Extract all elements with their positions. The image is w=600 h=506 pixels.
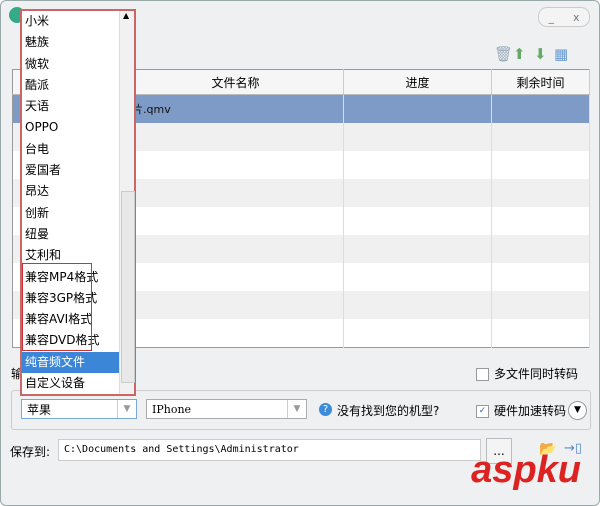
col-header-remaining[interactable]: 剩余时间 xyxy=(491,69,590,95)
app-window: _ x 🗑 ⬆ ⬇ ▦ 文件名称 进度 剩余时间 片.qmv 输 多文件同时转码… xyxy=(0,0,600,506)
move-up-icon[interactable]: ⬆ xyxy=(513,45,526,63)
dropdown-item[interactable]: 爱国者 xyxy=(22,160,134,181)
help-icon[interactable]: ? xyxy=(319,403,332,416)
scroll-up-icon: ▲ xyxy=(123,11,130,20)
dropdown-item[interactable]: 微软 xyxy=(22,54,134,75)
model-select[interactable]: IPhone ▼ xyxy=(146,399,307,419)
highlight-box xyxy=(22,263,92,351)
dropdown-item-highlighted[interactable]: 纯音频文件 xyxy=(22,351,134,374)
dropdown-item[interactable]: 天语 xyxy=(22,96,134,117)
dropdown-item[interactable]: 小米 xyxy=(22,11,134,32)
dropdown-item[interactable]: 自定义设备 xyxy=(22,373,134,394)
dropdown-item[interactable]: 创新 xyxy=(22,203,134,224)
dropdown-scrollbar[interactable]: ▲ xyxy=(119,11,135,394)
minimize-button[interactable]: _ xyxy=(548,11,554,24)
save-label: 保存到: xyxy=(10,445,51,459)
expand-options-button[interactable]: ▼ xyxy=(568,401,587,420)
delete-icon[interactable]: 🗑 xyxy=(494,45,513,63)
chevron-down-icon: ▼ xyxy=(287,400,306,418)
col-header-progress[interactable]: 进度 xyxy=(343,69,492,95)
dropdown-item[interactable]: 魅族 xyxy=(22,32,134,53)
scrollbar-thumb[interactable] xyxy=(121,191,135,383)
view-grid-icon[interactable]: ▦ xyxy=(554,45,568,63)
dropdown-item[interactable]: OPPO xyxy=(22,117,134,138)
save-path-input[interactable]: C:\Documents and Settings\Administrator xyxy=(58,439,481,461)
window-controls: _ x xyxy=(538,7,590,27)
chevron-down-icon: ▼ xyxy=(117,400,136,418)
brand-select[interactable]: 苹果 ▼ xyxy=(21,399,137,419)
multi-file-label: 多文件同时转码 xyxy=(494,367,579,381)
dropdown-item[interactable]: 纽曼 xyxy=(22,224,134,245)
close-button[interactable]: x xyxy=(573,11,580,24)
dropdown-item[interactable]: 昂达 xyxy=(22,181,134,202)
move-down-icon[interactable]: ⬇ xyxy=(534,45,547,63)
model-not-found-link[interactable]: 没有找到您的机型? xyxy=(337,402,439,419)
dropdown-item[interactable]: 酷派 xyxy=(22,75,134,96)
file-name-cell: 片.qmv xyxy=(127,94,344,123)
watermark-logo: aspku xyxy=(471,449,581,491)
dropdown-item[interactable]: 台电 xyxy=(22,139,134,160)
multi-file-checkbox[interactable]: 多文件同时转码 xyxy=(476,365,578,382)
hw-accel-label: 硬件加速转码 xyxy=(494,404,567,418)
col-header-filename[interactable]: 文件名称 xyxy=(127,69,344,95)
hw-accel-checkbox[interactable]: ✓ 硬件加速转码 xyxy=(476,402,566,419)
